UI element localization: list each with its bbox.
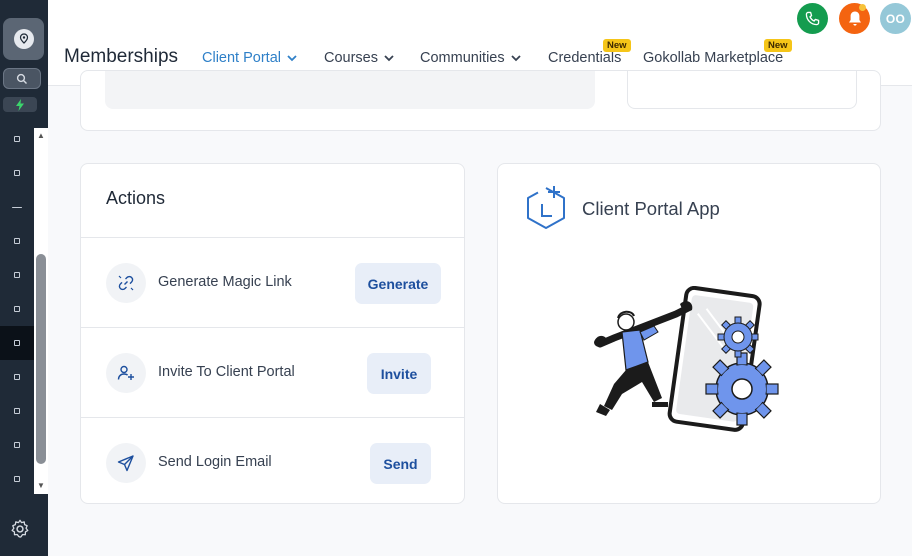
chevron-down-icon (510, 55, 521, 62)
tab-label: Communities (420, 50, 505, 66)
nav-item-icon (14, 272, 20, 278)
search-icon (16, 73, 27, 84)
tab-client-portal[interactable]: Client Portal (202, 50, 299, 66)
tab-label: Client Portal (202, 50, 281, 66)
action-label: Invite To Client Portal (158, 364, 295, 380)
tab-label: Courses (324, 50, 378, 66)
new-badge: New (764, 39, 792, 52)
sidebar-nav-item[interactable] (0, 156, 34, 190)
nav-item-icon (14, 442, 20, 448)
sidebar: ▲ ▼ (0, 0, 48, 556)
notifications-button[interactable] (839, 3, 870, 34)
nav-item-icon (14, 374, 20, 380)
actions-card: Actions Generate Magic Link Generate Inv… (80, 163, 465, 504)
action-label: Generate Magic Link (158, 274, 292, 290)
sidebar-nav-item[interactable] (0, 292, 34, 326)
magic-link-icon (106, 263, 146, 303)
scrollbar-thumb[interactable] (36, 254, 46, 464)
sidebar-quick-action-button[interactable] (3, 97, 37, 112)
settings-panel (105, 71, 595, 109)
action-label: Send Login Email (158, 454, 272, 470)
sidebar-nav-item[interactable] (0, 462, 34, 496)
action-row-send-login: Send Login Email Send (81, 417, 464, 503)
actions-title: Actions (106, 188, 166, 208)
sidebar-nav-item-memberships[interactable] (0, 326, 34, 360)
notification-dot (859, 4, 866, 11)
send-icon (106, 443, 146, 483)
user-plus-icon (106, 353, 146, 393)
sidebar-nav-item[interactable] (0, 190, 34, 224)
nav-item-icon (12, 206, 22, 208)
chevron-down-icon (384, 55, 394, 62)
send-button[interactable]: Send (370, 443, 431, 484)
nav-item-icon (14, 476, 20, 482)
bell-icon (848, 11, 861, 26)
tab-communities[interactable]: Communities (420, 50, 523, 66)
nav-item-icon (14, 170, 20, 176)
nav-item-icon (14, 136, 20, 142)
sidebar-scrollbar[interactable]: ▲ ▼ (34, 128, 48, 494)
client-portal-app-card: Client Portal App (497, 163, 881, 504)
sidebar-nav-item[interactable] (0, 428, 34, 462)
scroll-up-arrow-icon[interactable]: ▲ (34, 130, 48, 142)
page-title: Memberships (64, 46, 179, 67)
user-avatar[interactable]: OO (880, 3, 911, 34)
app-add-icon (527, 186, 565, 229)
tab-courses[interactable]: Courses (324, 50, 396, 66)
sidebar-search-button[interactable] (3, 68, 41, 89)
action-row-invite: Invite To Client Portal Invite (81, 327, 464, 417)
portal-settings-card (80, 70, 881, 131)
app-card-title: Client Portal App (582, 198, 720, 219)
scroll-down-arrow-icon[interactable]: ▼ (34, 480, 48, 492)
mechanic-illustration (594, 286, 779, 432)
location-pin-icon (13, 29, 34, 49)
sidebar-nav-item[interactable] (0, 360, 34, 394)
chevron-down-icon (287, 55, 297, 62)
tab-gokollab-marketplace[interactable]: Gokollab Marketplace (643, 50, 783, 66)
sidebar-nav-item[interactable] (0, 122, 34, 156)
sidebar-nav-item[interactable] (0, 224, 34, 258)
new-badge: New (603, 39, 631, 52)
nav-item-icon (14, 238, 20, 244)
tab-label: Credentials (548, 50, 622, 66)
tab-credentials[interactable]: Credentials (548, 50, 621, 66)
nav-item-icon (14, 340, 20, 346)
lightning-icon (16, 98, 24, 111)
sidebar-nav-item[interactable] (0, 394, 34, 428)
action-row-magic-link: Generate Magic Link Generate (81, 237, 464, 327)
gear-icon[interactable] (9, 518, 31, 540)
settings-side-panel (627, 71, 857, 109)
tab-label: Gokollab Marketplace (643, 50, 784, 66)
invite-button[interactable]: Invite (367, 353, 431, 394)
sidebar-nav-list (0, 122, 34, 498)
phone-button[interactable] (797, 3, 828, 34)
generate-button[interactable]: Generate (355, 263, 441, 304)
nav-item-icon (14, 306, 20, 312)
nav-item-icon (14, 408, 20, 414)
sidebar-logo[interactable] (3, 18, 44, 60)
phone-icon (805, 11, 820, 26)
sidebar-nav-item[interactable] (0, 258, 34, 292)
